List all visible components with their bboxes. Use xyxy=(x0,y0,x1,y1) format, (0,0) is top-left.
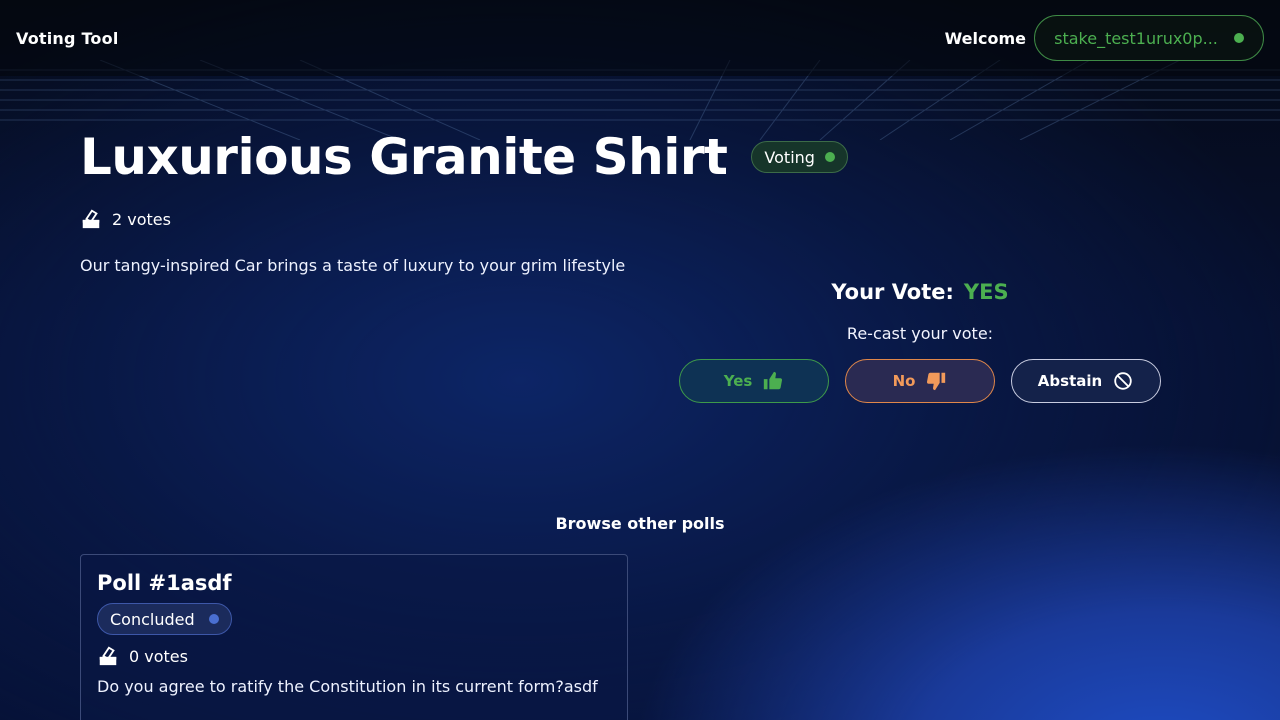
poll-card-title[interactable]: Poll #1asdf xyxy=(97,571,611,595)
thumbs-down-icon xyxy=(927,372,946,391)
app-brand[interactable]: Voting Tool xyxy=(16,29,119,48)
vote-no-label: No xyxy=(892,372,916,390)
top-bar: Voting Tool Welcome stake_test1urux0p... xyxy=(0,0,1280,76)
poll-title-row: Luxurious Granite Shirt Voting xyxy=(80,120,1200,194)
status-badge: Voting xyxy=(751,141,848,173)
your-vote-value: YES xyxy=(963,280,1009,304)
poll-card-status-badge: Concluded xyxy=(97,603,232,635)
welcome-label: Welcome xyxy=(944,28,1026,48)
vote-yes-label: Yes xyxy=(723,372,753,390)
prohibited-icon xyxy=(1114,372,1132,390)
page-title: Luxurious Granite Shirt xyxy=(80,128,728,186)
wallet-address: stake_test1urux0p... xyxy=(1054,28,1218,48)
poll-detail: Luxurious Granite Shirt Voting 2 votes O… xyxy=(80,120,1200,403)
vote-count: 2 votes xyxy=(80,208,1200,230)
wallet-button[interactable]: stake_test1urux0p... xyxy=(1034,15,1264,61)
status-label: Voting xyxy=(764,147,815,167)
vote-abstain-button[interactable]: Abstain xyxy=(1011,359,1161,403)
poll-card-description: Do you agree to ratify the Constitution … xyxy=(97,677,598,696)
poll-card-vote-count: 0 votes xyxy=(97,645,611,667)
poll-card-status-dot xyxy=(208,614,219,624)
vote-yes-button[interactable]: Yes xyxy=(679,359,829,403)
header-right: Welcome stake_test1urux0p... xyxy=(945,15,1264,61)
your-vote-label: Your Vote: xyxy=(831,280,954,304)
ballot-box-icon xyxy=(99,646,117,666)
ballot-box-icon xyxy=(82,209,100,229)
status-dot xyxy=(824,152,835,162)
vote-abstain-label: Abstain xyxy=(1037,372,1103,390)
vote-no-button[interactable]: No xyxy=(845,359,995,403)
poll-card-votes-label: 0 votes xyxy=(129,646,188,666)
browse-polls-heading: Browse other polls xyxy=(555,514,725,533)
vote-buttons: Yes No Abstain xyxy=(679,359,1161,403)
poll-description: Our tangy-inspired Car brings a taste of… xyxy=(80,256,626,275)
your-vote: Your Vote: YES xyxy=(831,280,1008,304)
poll-card-status-label: Concluded xyxy=(110,609,195,629)
recast-label: Re-cast your vote: xyxy=(846,324,994,343)
connected-status-dot xyxy=(1233,33,1244,43)
vote-count-label: 2 votes xyxy=(112,209,171,229)
thumbs-up-icon xyxy=(764,371,783,390)
vote-panel: Your Vote: YES Re-cast your vote: Yes No… xyxy=(679,280,1161,403)
poll-card[interactable]: Poll #1asdf Concluded 0 votes Do you agr… xyxy=(80,554,628,720)
